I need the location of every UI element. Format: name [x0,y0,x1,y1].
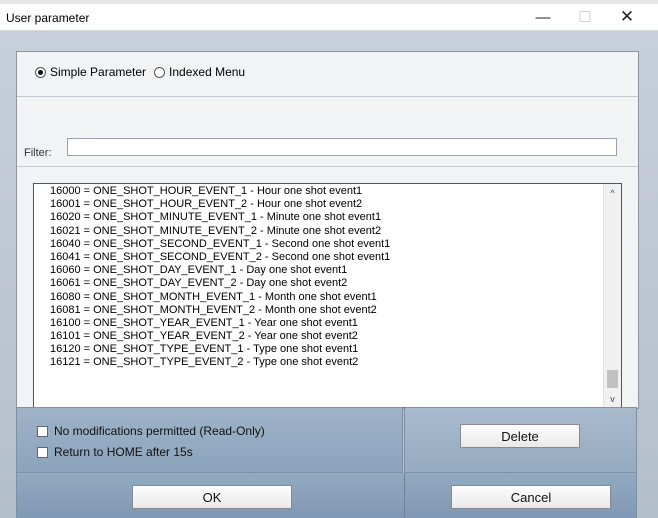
scroll-down-icon[interactable]: v [604,390,621,407]
list-scrollbar[interactable]: ^ v [603,184,621,407]
mode-radio-group: Simple Parameter Indexed Menu [35,65,249,79]
dialog-client-area: Simple Parameter Indexed Menu Filter: 16… [0,31,658,518]
minimize-button[interactable]: — [523,6,563,28]
list-item[interactable]: 16060 = ONE_SHOT_DAY_EVENT_1 - Day one s… [34,264,604,277]
list-item[interactable]: 16081 = ONE_SHOT_MONTH_EVENT_2 - Month o… [34,304,604,317]
options-panel: No modifications permitted (Read-Only) R… [16,407,403,473]
filter-input[interactable] [67,138,617,156]
list-item[interactable]: 16120 = ONE_SHOT_TYPE_EVENT_1 - Type one… [34,343,604,356]
list-item[interactable]: 16101 = ONE_SHOT_YEAR_EVENT_2 - Year one… [34,330,604,343]
cancel-button[interactable]: Cancel [451,485,611,509]
title-bar: User parameter — ☐ ✕ [0,0,658,31]
read-only-label[interactable]: No modifications permitted (Read-Only) [54,424,265,438]
delete-button[interactable]: Delete [460,424,580,448]
list-item[interactable]: 16020 = ONE_SHOT_MINUTE_EVENT_1 - Minute… [34,211,604,224]
parameter-panel: Simple Parameter Indexed Menu Filter: 16… [16,51,639,409]
radio-selected-dot [38,69,43,75]
radio-indexed-menu[interactable] [154,66,166,78]
parameter-list-items: 16000 = ONE_SHOT_HOUR_EVENT_1 - Hour one… [34,185,604,370]
list-item[interactable]: 16041 = ONE_SHOT_SECOND_EVENT_2 - Second… [34,251,604,264]
return-home-label[interactable]: Return to HOME after 15s [54,445,193,459]
section-divider [17,166,638,167]
list-item[interactable]: 16040 = ONE_SHOT_SECOND_EVENT_1 - Second… [34,238,604,251]
list-item[interactable]: 16061 = ONE_SHOT_DAY_EVENT_2 - Day one s… [34,277,604,290]
radio-indexed-menu-label[interactable]: Indexed Menu [169,65,245,79]
scroll-up-icon[interactable]: ^ [604,184,621,201]
window-title: User parameter [6,11,90,25]
radio-simple-parameter[interactable] [35,66,46,78]
ok-button[interactable]: OK [132,485,292,509]
footer-divider [404,473,405,518]
maximize-button[interactable]: ☐ [565,6,605,28]
return-home-checkbox[interactable] [37,446,48,458]
filter-label: Filter: [24,147,52,159]
scroll-thumb[interactable] [607,370,618,388]
list-item[interactable]: 16000 = ONE_SHOT_HOUR_EVENT_1 - Hour one… [34,185,604,198]
section-divider [17,96,638,97]
return-home-option: Return to HOME after 15s [37,445,193,459]
list-item[interactable]: 16001 = ONE_SHOT_HOUR_EVENT_2 - Hour one… [34,198,604,211]
list-item[interactable]: 16121 = ONE_SHOT_TYPE_EVENT_2 - Type one… [34,356,604,369]
parameter-list[interactable]: 16000 = ONE_SHOT_HOUR_EVENT_1 - Hour one… [33,183,622,408]
list-item[interactable]: 16080 = ONE_SHOT_MONTH_EVENT_1 - Month o… [34,291,604,304]
list-item[interactable]: 16021 = ONE_SHOT_MINUTE_EVENT_2 - Minute… [34,225,604,238]
title-bar-top-strip [0,0,658,4]
close-button[interactable]: ✕ [607,6,647,28]
read-only-checkbox[interactable] [37,425,48,437]
radio-simple-parameter-label[interactable]: Simple Parameter [50,65,146,79]
list-item[interactable]: 16100 = ONE_SHOT_YEAR_EVENT_1 - Year one… [34,317,604,330]
read-only-option: No modifications permitted (Read-Only) [37,424,265,438]
